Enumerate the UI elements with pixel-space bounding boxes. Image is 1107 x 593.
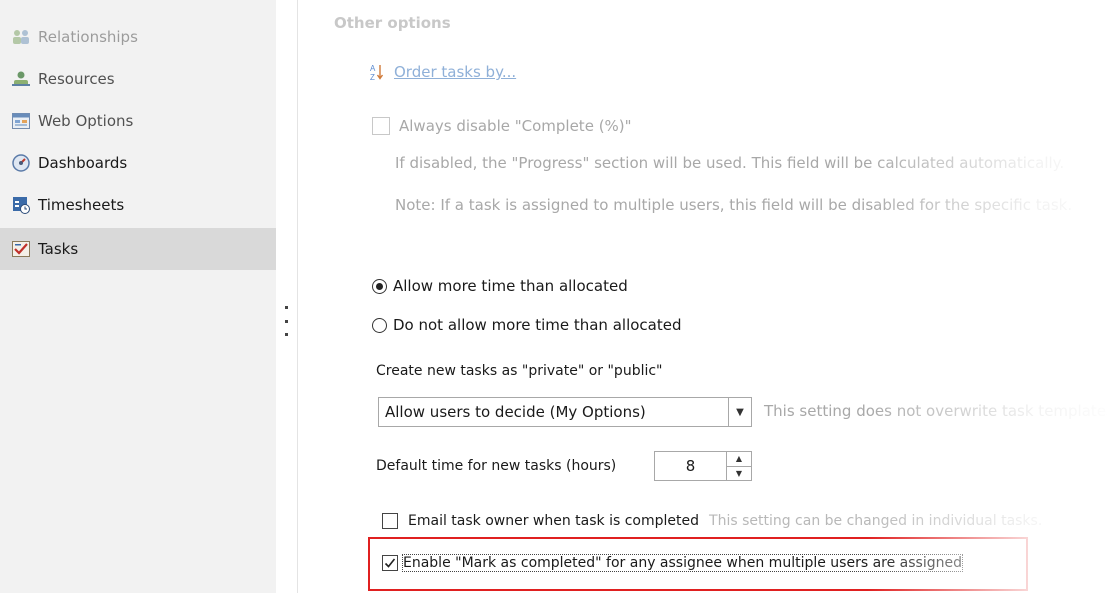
dashboards-icon — [12, 154, 30, 172]
radio-label: Do not allow more time than allocated — [393, 316, 682, 334]
privacy-select-value: Allow users to decide (My Options) — [385, 403, 646, 421]
multi-user-note: Note: If a task is assigned to multiple … — [395, 196, 1073, 214]
stepper-up-icon[interactable]: ▲ — [727, 452, 751, 467]
fade-overlay — [867, 0, 1107, 593]
privacy-hint: This setting does not overwrite task tem… — [764, 402, 1107, 420]
splitter[interactable] — [276, 0, 288, 593]
email-owner-row: Email task owner when task is completed … — [382, 513, 1042, 529]
sidebar: Relationships Resources Web Options Dash… — [0, 0, 276, 593]
radio-label: Allow more time than allocated — [393, 277, 628, 295]
mark-completed-checkbox[interactable] — [382, 555, 398, 571]
progress-note: If disabled, the "Progress" section will… — [395, 154, 1065, 172]
always-disable-row: Always disable "Complete (%)" — [372, 117, 632, 135]
email-owner-hint: This setting can be changed in individua… — [709, 513, 1043, 529]
sidebar-item-label: Relationships — [38, 28, 138, 46]
sidebar-item-label: Resources — [38, 70, 115, 88]
email-owner-checkbox[interactable] — [382, 513, 398, 529]
sidebar-item-web-options[interactable]: Web Options — [0, 100, 276, 142]
chevron-down-icon[interactable]: ▼ — [728, 398, 751, 426]
sort-az-icon: AZ — [370, 63, 384, 81]
order-tasks-link[interactable]: AZ Order tasks by... — [370, 63, 516, 81]
always-disable-label: Always disable "Complete (%)" — [399, 117, 632, 135]
sidebar-item-dashboards[interactable]: Dashboards — [0, 142, 276, 184]
sidebar-item-label: Tasks — [38, 240, 79, 258]
sidebar-item-label: Timesheets — [38, 196, 125, 214]
default-time-stepper[interactable]: 8 ▲ ▼ — [654, 451, 752, 481]
always-disable-checkbox[interactable] — [372, 117, 390, 135]
sidebar-item-timesheets[interactable]: Timesheets — [0, 184, 276, 226]
mark-completed-label: Enable "Mark as completed" for any assig… — [402, 554, 963, 572]
privacy-label: Create new tasks as "private" or "public… — [376, 363, 663, 379]
checkmark-icon — [384, 558, 396, 568]
svg-text:A: A — [370, 64, 376, 73]
timesheets-icon — [12, 196, 30, 214]
mark-completed-row: Enable "Mark as completed" for any assig… — [382, 554, 963, 572]
options-panel: Other options AZ Order tasks by... Alway… — [298, 0, 1107, 593]
sidebar-item-label: Web Options — [38, 112, 134, 130]
radio-not-allow-more-time[interactable]: Do not allow more time than allocated — [372, 316, 681, 334]
email-owner-label: Email task owner when task is completed — [408, 513, 700, 529]
sidebar-item-tasks[interactable]: Tasks — [0, 228, 276, 270]
resources-icon — [12, 70, 30, 88]
tasks-icon — [12, 240, 30, 258]
default-time-value[interactable]: 8 — [655, 457, 726, 475]
sidebar-item-relationships[interactable]: Relationships — [0, 16, 276, 58]
radio-button-selected[interactable] — [372, 278, 387, 294]
order-link-label: Order tasks by... — [394, 63, 517, 81]
privacy-select[interactable]: Allow users to decide (My Options) ▼ — [378, 397, 752, 427]
web-options-icon — [12, 112, 30, 130]
svg-text:Z: Z — [370, 73, 375, 81]
splitter-grip-icon[interactable] — [285, 306, 289, 336]
relationships-icon — [12, 28, 30, 46]
default-time-label: Default time for new tasks (hours) — [376, 458, 617, 474]
section-title: Other options — [334, 14, 451, 32]
sidebar-item-resources[interactable]: Resources — [0, 58, 276, 100]
radio-allow-more-time[interactable]: Allow more time than allocated — [372, 277, 628, 295]
sidebar-item-label: Dashboards — [38, 154, 128, 172]
radio-button[interactable] — [372, 317, 387, 333]
stepper-down-icon[interactable]: ▼ — [727, 467, 751, 481]
